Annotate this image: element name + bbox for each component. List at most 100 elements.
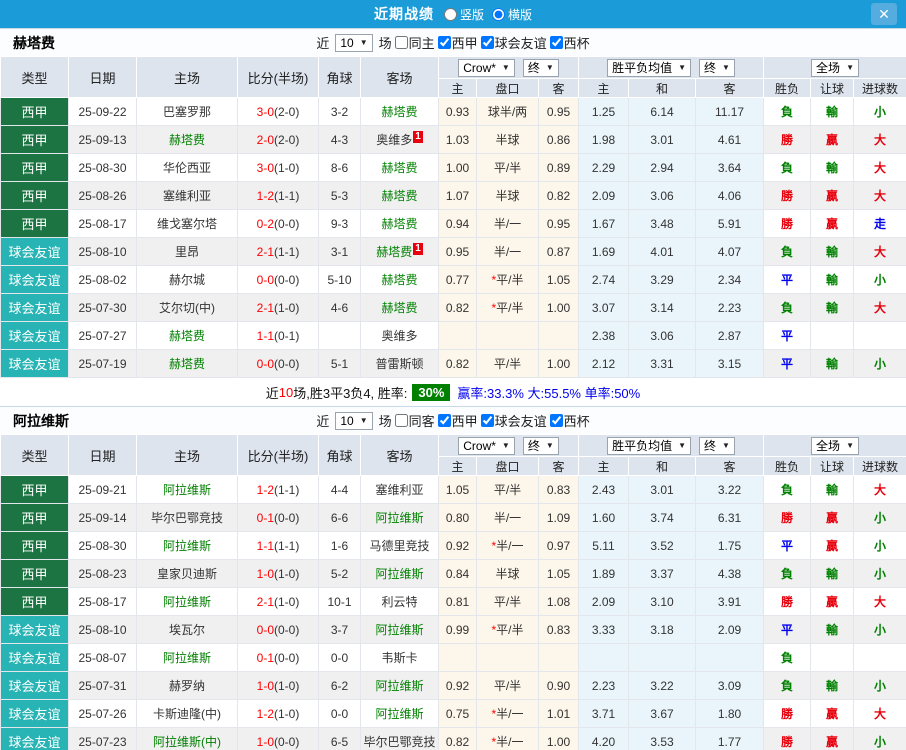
bookmaker-select[interactable]: Crow* ▼ xyxy=(458,436,515,455)
score: 1-0(1-0) xyxy=(237,559,319,588)
odds-away: 1.00 xyxy=(538,727,579,750)
col-away: 客场 xyxy=(360,434,439,476)
home-team: 维戈塞尔塔 xyxy=(136,209,238,238)
avg-home: 1.98 xyxy=(578,125,629,154)
vertical-layout-radio[interactable] xyxy=(443,7,457,21)
section-header: 阿拉维斯 近 10 ▼ 场 同客 西甲 球会友谊 西杯 xyxy=(0,407,906,434)
cup-label: 西杯 xyxy=(563,414,590,429)
section-header: 赫塔费 近 10 ▼ 场 同主 西甲 球会友谊 西杯 xyxy=(0,29,906,56)
odds-home: 0.77 xyxy=(438,265,477,294)
odds-away: 1.00 xyxy=(538,293,579,322)
friendly-checkbox[interactable] xyxy=(480,36,494,49)
odds-home: 0.95 xyxy=(438,237,477,266)
avg-home: 5.11 xyxy=(578,531,629,560)
goals-result: 大 xyxy=(853,125,906,154)
goals-result: 大 xyxy=(853,699,906,728)
final-avg-select[interactable]: 终 ▼ xyxy=(699,436,735,455)
corner-score: 4-3 xyxy=(318,125,361,154)
home-team: 里昂 xyxy=(136,237,238,266)
corner-score: 6-2 xyxy=(318,671,361,700)
handicap: 半/一 xyxy=(476,503,539,532)
scope-select[interactable]: 全场 ▼ xyxy=(811,436,859,455)
goals-result: 大 xyxy=(853,153,906,182)
match-type-cell: 西甲 xyxy=(0,559,69,588)
match-count-select[interactable]: 10 ▼ xyxy=(335,33,373,52)
let-result: 贏 xyxy=(810,699,855,728)
match-type-cell: 球会友谊 xyxy=(0,699,69,728)
scope-select[interactable]: 全场 ▼ xyxy=(811,58,859,77)
let-result xyxy=(810,321,855,350)
league-checkbox[interactable] xyxy=(437,36,451,49)
bookmaker-select[interactable]: Crow* ▼ xyxy=(458,58,515,77)
avg-away: 2.09 xyxy=(694,615,765,644)
away-team: 赫塔费 1 xyxy=(360,237,439,266)
col-result: 胜负 xyxy=(763,78,812,98)
avg-home: 2.74 xyxy=(578,265,629,294)
col-avg-home: 主 xyxy=(578,456,629,476)
odds-home: 1.07 xyxy=(438,181,477,210)
odds-home: 0.75 xyxy=(438,699,477,728)
friendly-checkbox[interactable] xyxy=(480,414,494,427)
goals-result xyxy=(853,643,906,672)
table-row: 球会友谊 25-07-27 赫塔费 1-1(0-1) 奥维多 2.38 3.06 2.87 平 xyxy=(0,321,906,350)
home-team: 赫塔费 xyxy=(136,321,238,350)
corner-score: 5-1 xyxy=(318,349,361,378)
final-odds-select[interactable]: 终 ▼ xyxy=(522,436,559,455)
close-icon[interactable]: ✕ xyxy=(871,3,897,25)
avg-home: 2.23 xyxy=(578,671,629,700)
let-result: 贏 xyxy=(810,531,855,560)
match-type-cell: 球会友谊 xyxy=(0,671,69,700)
odds-home: 1.03 xyxy=(438,125,477,154)
col-odds-away: 客 xyxy=(538,456,579,476)
goals-result: 小 xyxy=(853,671,906,700)
avg-type-select[interactable]: 胜平负均值 ▼ xyxy=(607,436,691,455)
cup-checkbox[interactable] xyxy=(549,36,563,49)
avg-draw: 6.14 xyxy=(628,97,696,126)
goals-result: 大 xyxy=(853,293,906,322)
league-checkbox[interactable] xyxy=(437,414,451,427)
let-result: 輸 xyxy=(810,559,855,588)
score: 2-1(1-0) xyxy=(237,587,319,616)
result: 勝 xyxy=(763,699,812,728)
handicap: *半/一 xyxy=(476,531,539,560)
match-type-cell: 西甲 xyxy=(0,181,69,210)
avg-draw: 2.94 xyxy=(628,153,696,182)
away-team: 赫塔费 xyxy=(360,265,439,294)
horizontal-layout-radio[interactable] xyxy=(492,7,505,21)
match-type-cell: 球会友谊 xyxy=(0,265,69,294)
cup-checkbox[interactable] xyxy=(549,414,563,427)
odds-home: 0.81 xyxy=(438,587,477,616)
match-date: 25-08-26 xyxy=(68,181,137,210)
home-team: 皇家贝迪斯 xyxy=(136,559,238,588)
friendly-label: 球会友谊 xyxy=(494,36,547,51)
same-venue-checkbox[interactable] xyxy=(394,414,408,427)
matches-table: 类型 日期 主场 比分(半场) 角球 客场 Crow* ▼ 终 ▼ 胜平负均值 … xyxy=(0,434,906,750)
matches-table: 类型 日期 主场 比分(半场) 角球 客场 Crow* ▼ 终 ▼ 胜平负均值 … xyxy=(0,56,906,378)
handicap: 半/一 xyxy=(476,237,539,266)
handicap: 半球 xyxy=(476,559,539,588)
odds-away: 1.09 xyxy=(538,503,579,532)
avg-type-select[interactable]: 胜平负均值 ▼ xyxy=(607,58,691,77)
final-odds-select[interactable]: 终 ▼ xyxy=(522,58,559,77)
result: 負 xyxy=(763,643,812,672)
same-venue-checkbox[interactable] xyxy=(394,36,408,49)
col-type: 类型 xyxy=(0,56,69,98)
avg-away: 2.34 xyxy=(694,265,765,294)
avg-away: 3.64 xyxy=(694,153,765,182)
avg-home: 1.67 xyxy=(578,209,629,238)
let-result: 輸 xyxy=(810,153,855,182)
avg-draw: 3.31 xyxy=(628,349,696,378)
result: 負 xyxy=(763,475,812,504)
col-date: 日期 xyxy=(68,56,137,98)
away-team: 韦斯卡 xyxy=(360,643,439,672)
away-team: 塞维利亚 xyxy=(360,475,439,504)
match-date: 25-08-23 xyxy=(68,559,137,588)
corner-score xyxy=(318,321,361,350)
match-date: 25-09-21 xyxy=(68,475,137,504)
odds-home: 1.00 xyxy=(438,153,477,182)
match-count-select[interactable]: 10 ▼ xyxy=(335,411,373,430)
let-result: 輸 xyxy=(810,671,855,700)
final-avg-select[interactable]: 终 ▼ xyxy=(699,58,735,77)
yellow-card-count-badge: 1 xyxy=(413,131,423,143)
corner-score: 4-6 xyxy=(318,293,361,322)
